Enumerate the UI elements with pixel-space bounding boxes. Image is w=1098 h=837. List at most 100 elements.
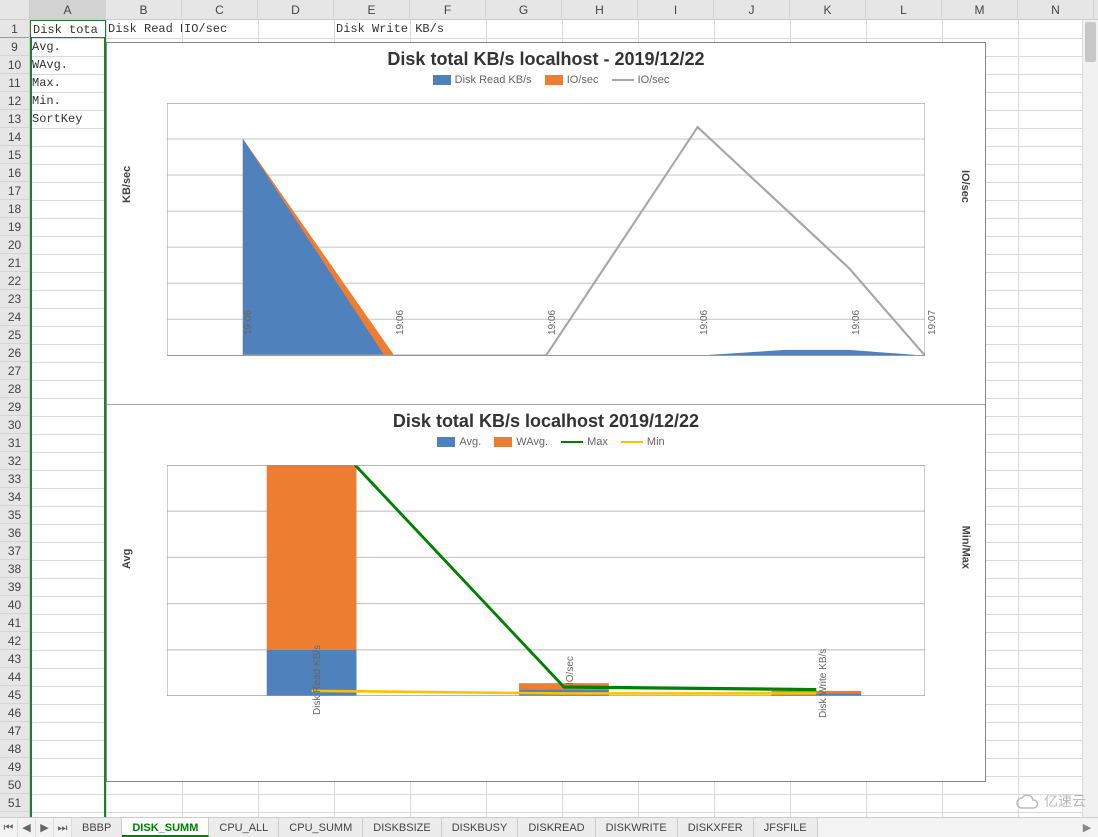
col-header-B[interactable]: B xyxy=(106,0,182,19)
row-header-9[interactable]: 9 xyxy=(0,38,29,56)
row-header-31[interactable]: 31 xyxy=(0,434,29,452)
cell-C1[interactable]: IO/sec xyxy=(182,20,334,38)
row-header-51[interactable]: 51 xyxy=(0,794,29,812)
row-header-42[interactable]: 42 xyxy=(0,632,29,650)
row-header-26[interactable]: 26 xyxy=(0,344,29,362)
tab-nav-next[interactable]: ▶ xyxy=(36,818,54,837)
legend-label: IO/sec xyxy=(638,74,670,86)
row-header-48[interactable]: 48 xyxy=(0,740,29,758)
row-header-10[interactable]: 10 xyxy=(0,56,29,74)
row-header-21[interactable]: 21 xyxy=(0,254,29,272)
sheet-tab-cpu-summ[interactable]: CPU_SUMM xyxy=(279,818,363,837)
sheet-tab-diskwrite[interactable]: DISKWRITE xyxy=(596,818,678,837)
legend-label: Min xyxy=(647,436,665,448)
x-tick: 19:06 xyxy=(547,310,558,335)
col-header-I[interactable]: I xyxy=(638,0,714,19)
row-header-23[interactable]: 23 xyxy=(0,290,29,308)
chart-2-legend: Avg. WAvg. Max Min xyxy=(107,434,985,454)
sheet-tab-diskxfer[interactable]: DISKXFER xyxy=(678,818,754,837)
tab-nav-prev[interactable]: ◀ xyxy=(18,818,36,837)
scroll-thumb[interactable] xyxy=(1085,22,1096,62)
worksheet-cells[interactable]: Disk tota Disk Read KB IO/sec Disk Write… xyxy=(30,20,1098,817)
row-header-16[interactable]: 16 xyxy=(0,164,29,182)
cell-A13[interactable]: SortKey xyxy=(30,110,106,128)
row-header-44[interactable]: 44 xyxy=(0,668,29,686)
row-header-11[interactable]: 11 xyxy=(0,74,29,92)
tab-nav-last[interactable]: ⏭ xyxy=(54,818,72,837)
col-header-N[interactable]: N xyxy=(1018,0,1094,19)
row-header-50[interactable]: 50 xyxy=(0,776,29,794)
col-header-M[interactable]: M xyxy=(942,0,1018,19)
sheet-tab-diskbsize[interactable]: DISKBSIZE xyxy=(363,818,441,837)
row-header-33[interactable]: 33 xyxy=(0,470,29,488)
row-header-14[interactable]: 14 xyxy=(0,128,29,146)
x-tick: 19:07 xyxy=(927,310,938,335)
row-header-37[interactable]: 37 xyxy=(0,542,29,560)
row-header-46[interactable]: 46 xyxy=(0,704,29,722)
col-header-K[interactable]: K xyxy=(790,0,866,19)
tab-scroll-right-icon[interactable]: ▶ xyxy=(1076,818,1098,837)
cell-A1[interactable]: Disk tota xyxy=(30,20,106,38)
row-header-20[interactable]: 20 xyxy=(0,236,29,254)
row-header-27[interactable]: 27 xyxy=(0,362,29,380)
col-header-H[interactable]: H xyxy=(562,0,638,19)
row-header-32[interactable]: 32 xyxy=(0,452,29,470)
sheet-tab-cpu-all[interactable]: CPU_ALL xyxy=(209,818,279,837)
row-header-38[interactable]: 38 xyxy=(0,560,29,578)
tab-nav-first[interactable]: ⏮ xyxy=(0,818,18,837)
col-header-G[interactable]: G xyxy=(486,0,562,19)
row-header-34[interactable]: 34 xyxy=(0,488,29,506)
cell-A9[interactable]: Avg. xyxy=(30,38,106,56)
row-header-49[interactable]: 49 xyxy=(0,758,29,776)
row-header-19[interactable]: 19 xyxy=(0,218,29,236)
col-header-F[interactable]: F xyxy=(410,0,486,19)
column-selection-outline xyxy=(30,20,106,817)
col-header-L[interactable]: L xyxy=(866,0,942,19)
row-header-35[interactable]: 35 xyxy=(0,506,29,524)
embedded-chart[interactable]: Disk total KB/s localhost - 2019/12/22 D… xyxy=(106,42,986,782)
cell-D1[interactable]: Disk Write KB/s xyxy=(334,20,486,38)
sheet-tab-jfsfile[interactable]: JFSFILE xyxy=(754,818,818,837)
select-all-corner[interactable] xyxy=(0,0,30,19)
row-header-29[interactable]: 29 xyxy=(0,398,29,416)
legend-line-min xyxy=(621,441,643,443)
row-header-43[interactable]: 43 xyxy=(0,650,29,668)
row-header-24[interactable]: 24 xyxy=(0,308,29,326)
row-header-12[interactable]: 12 xyxy=(0,92,29,110)
row-header-47[interactable]: 47 xyxy=(0,722,29,740)
row-header-1[interactable]: 1 xyxy=(0,20,29,38)
cell-B1[interactable]: Disk Read KB xyxy=(106,20,182,38)
row-header-41[interactable]: 41 xyxy=(0,614,29,632)
chart-2: Disk total KB/s localhost 2019/12/22 Avg… xyxy=(107,405,985,774)
row-header-18[interactable]: 18 xyxy=(0,200,29,218)
chart-1-title: Disk total KB/s localhost - 2019/12/22 xyxy=(107,43,985,72)
sheet-tab-diskread[interactable]: DISKREAD xyxy=(518,818,595,837)
row-header-30[interactable]: 30 xyxy=(0,416,29,434)
cell-A12[interactable]: Min. xyxy=(30,92,106,110)
row-header-15[interactable]: 15 xyxy=(0,146,29,164)
row-header-40[interactable]: 40 xyxy=(0,596,29,614)
chart-1: Disk total KB/s localhost - 2019/12/22 D… xyxy=(107,43,985,405)
chart-1-legend: Disk Read KB/s IO/sec IO/sec xyxy=(107,72,985,92)
col-header-D[interactable]: D xyxy=(258,0,334,19)
legend-swatch-disk-read xyxy=(433,75,451,85)
row-header-28[interactable]: 28 xyxy=(0,380,29,398)
sheet-tab-bbbp[interactable]: BBBP xyxy=(72,818,122,837)
row-header-13[interactable]: 13 xyxy=(0,110,29,128)
row-header-45[interactable]: 45 xyxy=(0,686,29,704)
x-tick: 19:06 xyxy=(395,310,406,335)
row-header-36[interactable]: 36 xyxy=(0,524,29,542)
sheet-tab-disk-summ[interactable]: DISK_SUMM xyxy=(122,818,209,837)
row-header-17[interactable]: 17 xyxy=(0,182,29,200)
row-header-39[interactable]: 39 xyxy=(0,578,29,596)
cell-A10[interactable]: WAvg. xyxy=(30,56,106,74)
sheet-tab-diskbusy[interactable]: DISKBUSY xyxy=(442,818,519,837)
row-header-25[interactable]: 25 xyxy=(0,326,29,344)
row-header-22[interactable]: 22 xyxy=(0,272,29,290)
cell-A11[interactable]: Max. xyxy=(30,74,106,92)
col-header-C[interactable]: C xyxy=(182,0,258,19)
col-header-J[interactable]: J xyxy=(714,0,790,19)
vertical-scrollbar[interactable] xyxy=(1082,20,1098,817)
col-header-E[interactable]: E xyxy=(334,0,410,19)
col-header-A[interactable]: A xyxy=(30,0,106,19)
